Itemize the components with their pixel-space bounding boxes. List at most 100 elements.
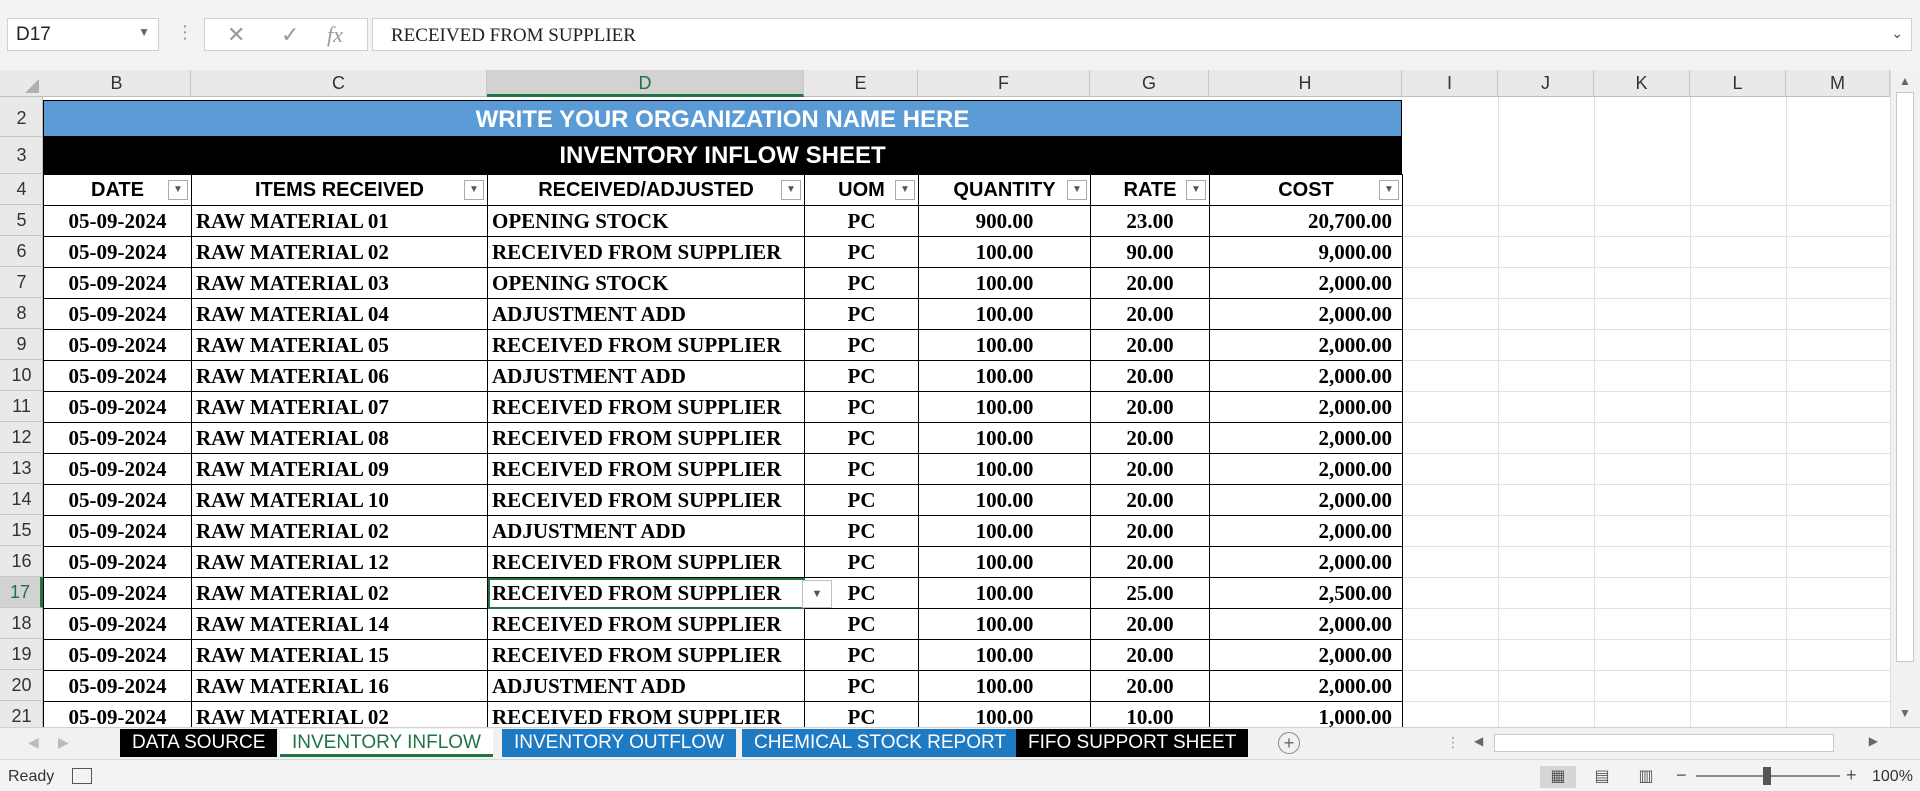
zoom-in-icon[interactable]: + <box>1846 765 1857 786</box>
header-uom[interactable]: UOM ▼ <box>804 174 919 206</box>
cell-received-adjusted[interactable]: RECEIVED FROM SUPPLIER <box>487 701 805 727</box>
cell-item[interactable]: RAW MATERIAL 12 <box>191 546 488 578</box>
column-header-j[interactable]: J <box>1498 70 1594 97</box>
cell-uom[interactable]: PC <box>804 236 919 268</box>
cell-received-adjusted[interactable]: RECEIVED FROM SUPPLIER <box>487 391 805 423</box>
cell-rate[interactable]: 20.00 <box>1090 391 1210 423</box>
scroll-up-icon[interactable]: ▲ <box>1899 74 1911 88</box>
cell-rate[interactable]: 20.00 <box>1090 267 1210 299</box>
scroll-down-icon[interactable]: ▼ <box>1899 706 1911 720</box>
cell-item[interactable]: RAW MATERIAL 02 <box>191 515 488 547</box>
cell-uom[interactable]: PC <box>804 360 919 392</box>
cell-item[interactable]: RAW MATERIAL 02 <box>191 236 488 268</box>
cell-uom[interactable]: PC <box>804 639 919 671</box>
column-header-b[interactable]: B <box>43 70 191 97</box>
page-break-preview-icon[interactable]: ▥ <box>1628 766 1664 788</box>
cell-cost[interactable]: 2,000.00 <box>1209 391 1403 423</box>
cell-received-adjusted[interactable]: RECEIVED FROM SUPPLIER <box>487 453 805 485</box>
cell-quantity[interactable]: 100.00 <box>918 391 1091 423</box>
cell-item[interactable]: RAW MATERIAL 01 <box>191 205 488 237</box>
cell-received-adjusted[interactable]: OPENING STOCK <box>487 205 805 237</box>
cell-cost[interactable]: 2,000.00 <box>1209 453 1403 485</box>
page-layout-view-icon[interactable]: ▤ <box>1584 766 1620 788</box>
cell-rate[interactable]: 20.00 <box>1090 453 1210 485</box>
cell-rate[interactable]: 20.00 <box>1090 670 1210 702</box>
cell-quantity[interactable]: 100.00 <box>918 453 1091 485</box>
cancel-icon[interactable]: ✕ <box>227 22 245 48</box>
name-box[interactable]: D17 ▼ <box>7 18 159 51</box>
cell-uom[interactable]: PC <box>804 484 919 516</box>
cell-rate[interactable]: 10.00 <box>1090 701 1210 727</box>
cell-uom[interactable]: PC <box>804 546 919 578</box>
insert-function-icon[interactable]: fx <box>327 22 343 48</box>
column-header-g[interactable]: G <box>1090 70 1209 97</box>
sheet-title-banner[interactable]: INVENTORY INFLOW SHEET <box>43 137 1402 174</box>
cell-date[interactable]: 05-09-2024 <box>43 577 192 609</box>
cell-rate[interactable]: 25.00 <box>1090 577 1210 609</box>
row-header[interactable]: 17 <box>0 577 43 608</box>
cell-cost[interactable]: 9,000.00 <box>1209 236 1403 268</box>
horizontal-scrollbar[interactable]: ◀ ▶ <box>1470 732 1882 754</box>
formula-input[interactable]: RECEIVED FROM SUPPLIER ⌄ <box>372 18 1912 51</box>
cell-rate[interactable]: 20.00 <box>1090 484 1210 516</box>
tab-scroll-right-icon[interactable]: ▶ <box>58 734 69 751</box>
cell-item[interactable]: RAW MATERIAL 02 <box>191 577 488 609</box>
cell-item[interactable]: RAW MATERIAL 03 <box>191 267 488 299</box>
zoom-level[interactable]: 100% <box>1872 768 1913 786</box>
cell-cost[interactable]: 20,700.00 <box>1209 205 1403 237</box>
cell-quantity[interactable]: 100.00 <box>918 608 1091 640</box>
cell-date[interactable]: 05-09-2024 <box>43 608 192 640</box>
cell-item[interactable]: RAW MATERIAL 14 <box>191 608 488 640</box>
column-header-m[interactable]: M <box>1786 70 1890 97</box>
cell-date[interactable]: 05-09-2024 <box>43 484 192 516</box>
cell-date[interactable]: 05-09-2024 <box>43 701 192 727</box>
cell-received-adjusted[interactable]: ADJUSTMENT ADD <box>487 515 805 547</box>
cell-received-adjusted[interactable]: ADJUSTMENT ADD <box>487 360 805 392</box>
column-header-f[interactable]: F <box>918 70 1090 97</box>
row-header[interactable]: 19 <box>0 639 43 670</box>
cell-date[interactable]: 05-09-2024 <box>43 298 192 330</box>
cell-rate[interactable]: 20.00 <box>1090 360 1210 392</box>
enter-icon[interactable]: ✓ <box>281 22 299 48</box>
filter-dropdown-icon[interactable]: ▼ <box>464 180 484 200</box>
cell-quantity[interactable]: 100.00 <box>918 298 1091 330</box>
row-header[interactable]: 8 <box>0 298 43 329</box>
column-header-k[interactable]: K <box>1594 70 1690 97</box>
cell-received-adjusted[interactable]: RECEIVED FROM SUPPLIER <box>487 577 805 609</box>
header-rate[interactable]: RATE ▼ <box>1090 174 1210 206</box>
cell-date[interactable]: 05-09-2024 <box>43 236 192 268</box>
filter-dropdown-icon[interactable]: ▼ <box>895 180 915 200</box>
organization-name-banner[interactable]: WRITE YOUR ORGANIZATION NAME HERE <box>43 100 1402 137</box>
cell-cost[interactable]: 2,000.00 <box>1209 546 1403 578</box>
chevron-down-icon[interactable]: ▼ <box>138 25 150 39</box>
cell-received-adjusted[interactable]: OPENING STOCK <box>487 267 805 299</box>
cell-cost[interactable]: 2,000.00 <box>1209 298 1403 330</box>
row-header[interactable]: 6 <box>0 236 43 267</box>
horizontal-scroll-thumb[interactable] <box>1494 734 1834 752</box>
cell-received-adjusted[interactable]: RECEIVED FROM SUPPLIER <box>487 484 805 516</box>
cell-uom[interactable]: PC <box>804 205 919 237</box>
cell-quantity[interactable]: 100.00 <box>918 701 1091 727</box>
tab-scroll-left-icon[interactable]: ◀ <box>28 734 39 751</box>
cell-cost[interactable]: 2,000.00 <box>1209 670 1403 702</box>
column-header-h[interactable]: H <box>1209 70 1402 97</box>
row-header[interactable]: 4 <box>0 174 43 205</box>
cell-rate[interactable]: 20.00 <box>1090 639 1210 671</box>
cell-date[interactable]: 05-09-2024 <box>43 205 192 237</box>
cell-date[interactable]: 05-09-2024 <box>43 360 192 392</box>
cell-quantity[interactable]: 100.00 <box>918 639 1091 671</box>
cell-received-adjusted[interactable]: RECEIVED FROM SUPPLIER <box>487 236 805 268</box>
cell-uom[interactable]: PC <box>804 267 919 299</box>
row-header[interactable]: 18 <box>0 608 43 639</box>
cell-date[interactable]: 05-09-2024 <box>43 546 192 578</box>
cell-item[interactable]: RAW MATERIAL 06 <box>191 360 488 392</box>
tab-fifo-support-sheet[interactable]: FIFO SUPPORT SHEET <box>1016 729 1249 757</box>
cell-uom[interactable]: PC <box>804 329 919 361</box>
cell-date[interactable]: 05-09-2024 <box>43 639 192 671</box>
cell-item[interactable]: RAW MATERIAL 04 <box>191 298 488 330</box>
cell-cost[interactable]: 2,000.00 <box>1209 360 1403 392</box>
row-header[interactable]: 3 <box>0 137 43 174</box>
row-header[interactable]: 11 <box>0 391 43 422</box>
cell-uom[interactable]: PC <box>804 670 919 702</box>
cell-received-adjusted[interactable]: RECEIVED FROM SUPPLIER <box>487 422 805 454</box>
